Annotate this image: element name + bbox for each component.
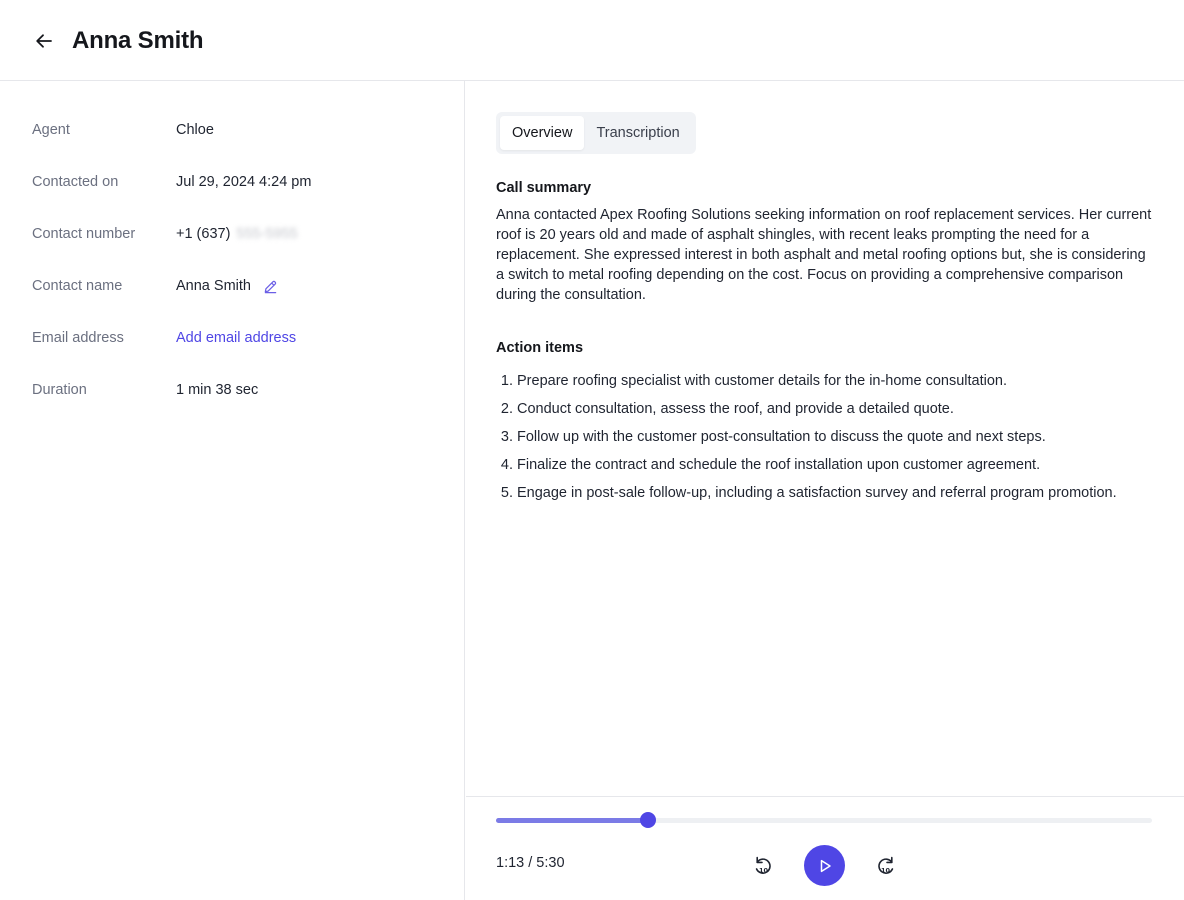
rewind-10-icon: 10 <box>755 856 771 875</box>
contact-name-text: Anna Smith <box>176 278 251 294</box>
tab-bar: Overview Transcription <box>496 112 696 154</box>
forward-seconds: 10 <box>881 867 891 875</box>
call-summary-heading: Call summary <box>496 180 592 196</box>
duration-row: Duration 1 min 38 sec <box>32 378 452 402</box>
audio-player: 1:13 / 5:30 10 10 <box>466 796 1184 900</box>
progress-fill <box>496 818 648 823</box>
progress-thumb[interactable] <box>639 812 656 828</box>
back-button[interactable] <box>28 26 60 56</box>
action-item-text: Prepare roofing specialist with customer… <box>517 373 1008 389</box>
action-item-number: 5. <box>500 485 513 501</box>
action-item-number: 3. <box>500 429 513 445</box>
forward-10-icon: 10 <box>878 856 894 875</box>
forward-button[interactable]: 10 <box>873 852 899 878</box>
action-item: 4. Finalize the contract and schedule the… <box>496 455 1176 483</box>
contacted-on-value: Jul 29, 2024 4:24 pm <box>176 174 312 190</box>
page-title: Anna Smith <box>72 27 204 54</box>
action-item: 5. Engage in post-sale follow-up, includi… <box>496 483 1176 511</box>
page-header: Anna Smith <box>0 0 1184 81</box>
pencil-icon <box>264 280 277 293</box>
contact-name-value: Anna Smith <box>176 278 278 294</box>
play-button[interactable] <box>804 845 845 886</box>
contact-name-row: Contact name Anna Smith <box>32 274 452 298</box>
contact-number-label: Contact number <box>32 226 136 242</box>
action-item-text: Engage in post-sale follow-up, including… <box>517 485 1117 501</box>
action-item-number: 4. <box>500 457 513 473</box>
action-item-number: 2. <box>500 401 513 417</box>
contact-number-visible: +1 (637) <box>176 226 231 242</box>
tab-transcription[interactable]: Transcription <box>584 116 691 150</box>
contacted-on-row: Contacted on Jul 29, 2024 4:24 pm <box>32 170 452 194</box>
action-item: 2. Conduct consultation, assess the roof,… <box>496 399 1176 427</box>
action-items-list: 1. Prepare roofing specialist with custom… <box>496 371 1176 511</box>
contact-details-panel: Agent Chloe Contacted on Jul 29, 2024 4:… <box>0 81 465 900</box>
contact-number-value: +1 (637) 555-5955 <box>176 226 298 242</box>
action-items-heading: Action items <box>496 340 584 356</box>
agent-label: Agent <box>32 122 70 138</box>
call-detail-panel: Overview Transcription Call summary Anna… <box>466 81 1184 900</box>
duration-value: 1 min 38 sec <box>176 382 259 398</box>
contacted-on-label: Contacted on <box>32 174 119 190</box>
time-readout: 1:13 / 5:30 <box>496 855 565 871</box>
duration-label: Duration <box>32 382 87 398</box>
call-summary-text: Anna contacted Apex Roofing Solutions se… <box>496 207 1152 303</box>
arrow-left-icon <box>36 34 52 48</box>
contact-number-redacted: 555-5955 <box>236 226 298 242</box>
action-item: 1. Prepare roofing specialist with custom… <box>496 371 1176 399</box>
action-item-number: 1. <box>500 373 513 389</box>
progress-track[interactable] <box>496 812 1152 828</box>
edit-contact-name-button[interactable] <box>263 279 278 294</box>
email-label: Email address <box>32 330 124 346</box>
rewind-seconds: 10 <box>759 867 769 875</box>
contact-number-row: Contact number +1 (637) 555-5955 <box>32 222 452 246</box>
contact-name-label: Contact name <box>32 278 123 294</box>
action-item: 3. Follow up with the customer post-consu… <box>496 427 1176 455</box>
agent-value: Chloe <box>176 122 214 138</box>
play-icon <box>820 859 831 872</box>
action-item-text: Finalize the contract and schedule the r… <box>517 457 1041 473</box>
action-item-text: Follow up with the customer post-consult… <box>517 429 1046 445</box>
tab-overview[interactable]: Overview <box>500 116 585 150</box>
email-row: Email address Add email address <box>32 326 452 350</box>
add-email-link[interactable]: Add email address <box>176 330 296 346</box>
action-item-text: Conduct consultation, assess the roof, a… <box>517 401 954 417</box>
rewind-button[interactable]: 10 <box>750 852 776 878</box>
agent-row: Agent Chloe <box>32 118 452 142</box>
